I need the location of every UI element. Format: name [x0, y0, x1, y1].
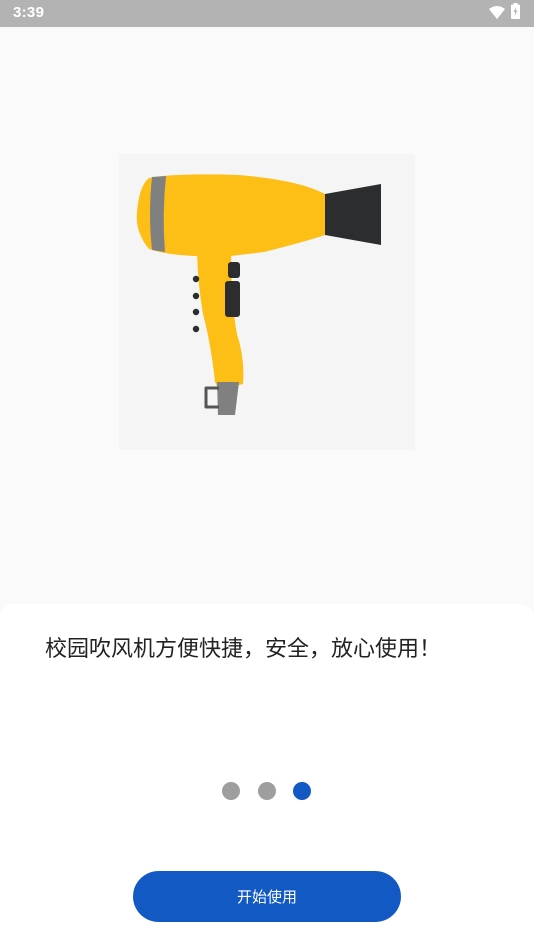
- status-time: 3:39: [13, 4, 45, 21]
- page-dot-3-active[interactable]: [293, 782, 311, 800]
- page-indicator: [0, 782, 534, 802]
- page-dot-1[interactable]: [222, 782, 240, 800]
- hair-dryer-icon: [136, 174, 381, 415]
- slogan-text: 校园吹风机方便快捷，安全，放心使用！: [45, 637, 442, 662]
- battery-charging-icon: [511, 3, 520, 23]
- start-using-button[interactable]: 开始使用: [133, 871, 401, 922]
- wifi-icon: [489, 4, 505, 23]
- bottom-sheet: 校园吹风机方便快捷，安全，放心使用！ 开始使用: [0, 604, 534, 950]
- page-dot-2[interactable]: [258, 782, 276, 800]
- status-icons: [489, 3, 520, 23]
- status-bar: 3:39: [0, 0, 534, 27]
- hair-dryer-illustration: [119, 154, 415, 450]
